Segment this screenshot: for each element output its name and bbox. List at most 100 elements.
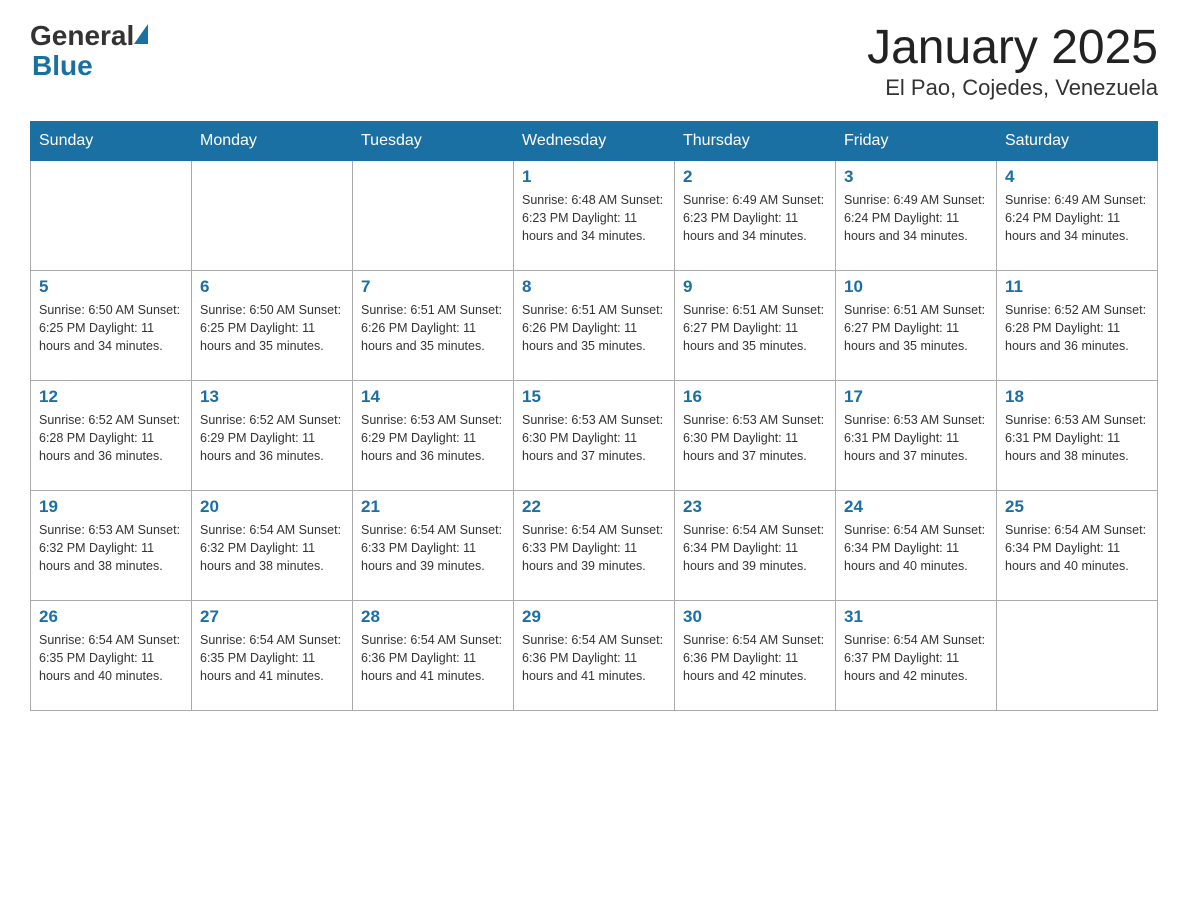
calendar-cell: 11 Sunrise: 6:52 AM Sunset: 6:28 PM Dayli… — [997, 271, 1158, 381]
day-number: 22 — [522, 497, 666, 517]
calendar-cell: 17 Sunrise: 6:53 AM Sunset: 6:31 PM Dayli… — [836, 381, 997, 491]
calendar-header-thursday: Thursday — [675, 122, 836, 161]
day-number: 8 — [522, 277, 666, 297]
day-info: Sunrise: 6:51 AM Sunset: 6:27 PM Dayligh… — [844, 301, 988, 355]
day-number: 24 — [844, 497, 988, 517]
calendar-header-tuesday: Tuesday — [353, 122, 514, 161]
day-number: 28 — [361, 607, 505, 627]
day-info: Sunrise: 6:53 AM Sunset: 6:31 PM Dayligh… — [844, 411, 988, 465]
day-info: Sunrise: 6:54 AM Sunset: 6:36 PM Dayligh… — [683, 631, 827, 685]
day-info: Sunrise: 6:50 AM Sunset: 6:25 PM Dayligh… — [39, 301, 183, 355]
calendar-week-3: 12Sunrise: 6:52 AM Sunset: 6:28 PM Dayli… — [31, 381, 1158, 491]
day-info: Sunrise: 6:54 AM Sunset: 6:34 PM Dayligh… — [683, 521, 827, 575]
day-number: 23 — [683, 497, 827, 517]
day-info: Sunrise: 6:51 AM Sunset: 6:26 PM Dayligh… — [522, 301, 666, 355]
day-number: 17 — [844, 387, 988, 407]
calendar-cell: 9Sunrise: 6:51 AM Sunset: 6:27 PM Daylig… — [675, 271, 836, 381]
calendar-cell: 6 Sunrise: 6:50 AM Sunset: 6:25 PM Daylig… — [192, 271, 353, 381]
calendar-cell: 23 Sunrise: 6:54 AM Sunset: 6:34 PM Dayli… — [675, 491, 836, 601]
day-number: 31 — [844, 607, 988, 627]
day-info: Sunrise: 6:50 AM Sunset: 6:25 PM Dayligh… — [200, 301, 344, 355]
calendar-cell — [192, 161, 353, 271]
calendar-cell: 31 Sunrise: 6:54 AM Sunset: 6:37 PM Dayli… — [836, 601, 997, 711]
day-number: 9 — [683, 277, 827, 297]
calendar-cell: 8 Sunrise: 6:51 AM Sunset: 6:26 PM Daylig… — [514, 271, 675, 381]
calendar-table: SundayMondayTuesdayWednesdayThursdayFrid… — [30, 121, 1158, 711]
day-number: 12 — [39, 387, 183, 407]
day-number: 14 — [361, 387, 505, 407]
day-number: 3 — [844, 167, 988, 187]
day-info: Sunrise: 6:54 AM Sunset: 6:35 PM Dayligh… — [200, 631, 344, 685]
day-info: Sunrise: 6:54 AM Sunset: 6:34 PM Dayligh… — [1005, 521, 1149, 575]
day-number: 21 — [361, 497, 505, 517]
day-number: 25 — [1005, 497, 1149, 517]
day-number: 30 — [683, 607, 827, 627]
day-info: Sunrise: 6:54 AM Sunset: 6:34 PM Dayligh… — [844, 521, 988, 575]
logo: General Blue — [30, 20, 148, 80]
calendar-header-row: SundayMondayTuesdayWednesdayThursdayFrid… — [31, 122, 1158, 161]
calendar-cell: 15Sunrise: 6:53 AM Sunset: 6:30 PM Dayli… — [514, 381, 675, 491]
day-info: Sunrise: 6:49 AM Sunset: 6:23 PM Dayligh… — [683, 191, 827, 245]
day-number: 11 — [1005, 277, 1149, 297]
calendar-cell: 2Sunrise: 6:49 AM Sunset: 6:23 PM Daylig… — [675, 161, 836, 271]
calendar-week-1: 1Sunrise: 6:48 AM Sunset: 6:23 PM Daylig… — [31, 161, 1158, 271]
day-info: Sunrise: 6:53 AM Sunset: 6:32 PM Dayligh… — [39, 521, 183, 575]
calendar-cell: 7Sunrise: 6:51 AM Sunset: 6:26 PM Daylig… — [353, 271, 514, 381]
calendar-cell: 5 Sunrise: 6:50 AM Sunset: 6:25 PM Daylig… — [31, 271, 192, 381]
day-number: 18 — [1005, 387, 1149, 407]
calendar-cell — [31, 161, 192, 271]
day-info: Sunrise: 6:53 AM Sunset: 6:29 PM Dayligh… — [361, 411, 505, 465]
day-number: 13 — [200, 387, 344, 407]
title-section: January 2025 El Pao, Cojedes, Venezuela — [867, 20, 1158, 101]
calendar-cell: 13 Sunrise: 6:52 AM Sunset: 6:29 PM Dayli… — [192, 381, 353, 491]
calendar-header-saturday: Saturday — [997, 122, 1158, 161]
day-number: 4 — [1005, 167, 1149, 187]
day-number: 6 — [200, 277, 344, 297]
calendar-cell: 30 Sunrise: 6:54 AM Sunset: 6:36 PM Dayli… — [675, 601, 836, 711]
calendar-week-5: 26 Sunrise: 6:54 AM Sunset: 6:35 PM Dayli… — [31, 601, 1158, 711]
calendar-cell: 19 Sunrise: 6:53 AM Sunset: 6:32 PM Dayli… — [31, 491, 192, 601]
calendar-cell: 18 Sunrise: 6:53 AM Sunset: 6:31 PM Dayli… — [997, 381, 1158, 491]
calendar-cell: 20Sunrise: 6:54 AM Sunset: 6:32 PM Dayli… — [192, 491, 353, 601]
calendar-week-2: 5 Sunrise: 6:50 AM Sunset: 6:25 PM Daylig… — [31, 271, 1158, 381]
day-info: Sunrise: 6:54 AM Sunset: 6:36 PM Dayligh… — [361, 631, 505, 685]
day-info: Sunrise: 6:54 AM Sunset: 6:32 PM Dayligh… — [200, 521, 344, 575]
day-info: Sunrise: 6:49 AM Sunset: 6:24 PM Dayligh… — [844, 191, 988, 245]
day-info: Sunrise: 6:54 AM Sunset: 6:33 PM Dayligh… — [522, 521, 666, 575]
day-info: Sunrise: 6:52 AM Sunset: 6:29 PM Dayligh… — [200, 411, 344, 465]
day-number: 26 — [39, 607, 183, 627]
calendar-header-wednesday: Wednesday — [514, 122, 675, 161]
page-subtitle: El Pao, Cojedes, Venezuela — [867, 75, 1158, 101]
day-info: Sunrise: 6:53 AM Sunset: 6:31 PM Dayligh… — [1005, 411, 1149, 465]
day-info: Sunrise: 6:54 AM Sunset: 6:35 PM Dayligh… — [39, 631, 183, 685]
day-info: Sunrise: 6:52 AM Sunset: 6:28 PM Dayligh… — [1005, 301, 1149, 355]
day-info: Sunrise: 6:54 AM Sunset: 6:36 PM Dayligh… — [522, 631, 666, 685]
calendar-cell: 24 Sunrise: 6:54 AM Sunset: 6:34 PM Dayli… — [836, 491, 997, 601]
day-info: Sunrise: 6:49 AM Sunset: 6:24 PM Dayligh… — [1005, 191, 1149, 245]
calendar-header-friday: Friday — [836, 122, 997, 161]
calendar-header-sunday: Sunday — [31, 122, 192, 161]
day-number: 19 — [39, 497, 183, 517]
calendar-cell — [353, 161, 514, 271]
logo-triangle-icon — [134, 24, 148, 44]
calendar-cell: 26 Sunrise: 6:54 AM Sunset: 6:35 PM Dayli… — [31, 601, 192, 711]
calendar-week-4: 19 Sunrise: 6:53 AM Sunset: 6:32 PM Dayli… — [31, 491, 1158, 601]
calendar-cell: 29Sunrise: 6:54 AM Sunset: 6:36 PM Dayli… — [514, 601, 675, 711]
calendar-cell: 16Sunrise: 6:53 AM Sunset: 6:30 PM Dayli… — [675, 381, 836, 491]
calendar-cell: 25 Sunrise: 6:54 AM Sunset: 6:34 PM Dayli… — [997, 491, 1158, 601]
calendar-cell: 3 Sunrise: 6:49 AM Sunset: 6:24 PM Daylig… — [836, 161, 997, 271]
day-info: Sunrise: 6:54 AM Sunset: 6:37 PM Dayligh… — [844, 631, 988, 685]
calendar-cell: 12Sunrise: 6:52 AM Sunset: 6:28 PM Dayli… — [31, 381, 192, 491]
calendar-cell: 21 Sunrise: 6:54 AM Sunset: 6:33 PM Dayli… — [353, 491, 514, 601]
day-number: 16 — [683, 387, 827, 407]
day-info: Sunrise: 6:48 AM Sunset: 6:23 PM Dayligh… — [522, 191, 666, 245]
calendar-cell — [997, 601, 1158, 711]
calendar-cell: 22 Sunrise: 6:54 AM Sunset: 6:33 PM Dayli… — [514, 491, 675, 601]
calendar-cell: 4 Sunrise: 6:49 AM Sunset: 6:24 PM Daylig… — [997, 161, 1158, 271]
day-info: Sunrise: 6:53 AM Sunset: 6:30 PM Dayligh… — [522, 411, 666, 465]
calendar-cell: 27Sunrise: 6:54 AM Sunset: 6:35 PM Dayli… — [192, 601, 353, 711]
day-number: 7 — [361, 277, 505, 297]
day-info: Sunrise: 6:54 AM Sunset: 6:33 PM Dayligh… — [361, 521, 505, 575]
page-title: January 2025 — [867, 20, 1158, 75]
day-number: 5 — [39, 277, 183, 297]
